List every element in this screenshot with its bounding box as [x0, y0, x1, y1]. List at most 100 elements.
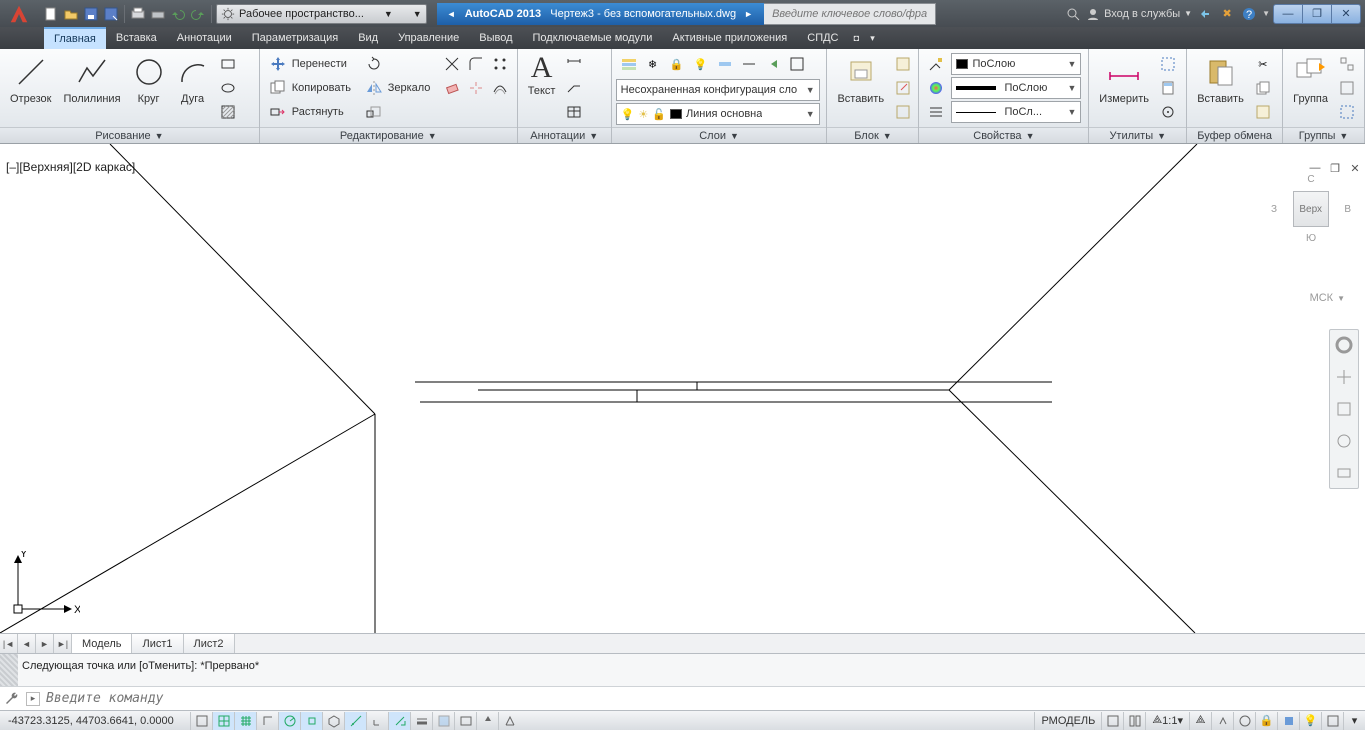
zoom-extents-icon[interactable] [1333, 398, 1355, 420]
move-button[interactable]: Перенести [266, 53, 358, 75]
matchprop-icon[interactable] [925, 53, 947, 75]
help-icon[interactable]: ? [1240, 5, 1258, 23]
prop-color-combo[interactable]: ПоСлою▼ [951, 77, 1081, 99]
quickcalc-icon[interactable] [1157, 77, 1179, 99]
showmotion-icon[interactable] [1333, 462, 1355, 484]
sb-3dosnap-icon[interactable] [322, 712, 344, 730]
drawing-canvas[interactable] [0, 144, 1365, 633]
pasteblock-icon[interactable] [1252, 101, 1274, 123]
explode-icon[interactable] [465, 77, 487, 99]
panel-modify-title[interactable]: Редактирование▼ [260, 127, 517, 143]
id-icon[interactable] [1157, 101, 1179, 123]
copy-clip-icon[interactable] [1252, 77, 1274, 99]
sb-tray-icon[interactable]: ▾ [1343, 712, 1365, 730]
signin-button[interactable]: Вход в службы ▼ [1086, 7, 1192, 21]
scale-button[interactable] [362, 101, 437, 123]
qat-dropdown-icon[interactable]: ▼ [413, 9, 422, 19]
array-icon[interactable] [489, 53, 511, 75]
tab-insert[interactable]: Вставка [106, 27, 167, 49]
layer-match-icon[interactable] [738, 53, 760, 75]
search-box[interactable] [764, 3, 936, 25]
sb-annovis-icon[interactable]: ⟁ [1189, 712, 1211, 730]
tab-parametric[interactable]: Параметризация [242, 27, 348, 49]
tab-next-icon[interactable]: ► [36, 634, 54, 653]
qat-open-icon[interactable] [62, 5, 80, 23]
rotate-button[interactable] [362, 53, 437, 75]
color-wheel-icon[interactable] [925, 77, 947, 99]
panel-group-title[interactable]: Группы▼ [1283, 127, 1364, 143]
close-button[interactable]: ✕ [1331, 4, 1361, 24]
orbit-icon[interactable] [1333, 430, 1355, 452]
cut-icon[interactable]: ✂ [1252, 53, 1274, 75]
stayconnected-icon[interactable]: ✖ [1218, 5, 1236, 23]
sb-polar-icon[interactable] [278, 712, 300, 730]
sb-qp-icon[interactable] [454, 712, 476, 730]
ribbon-minimize-icon[interactable]: ▾ [865, 27, 881, 49]
sb-quickview1-icon[interactable] [1101, 712, 1123, 730]
groupedit-icon[interactable] [1336, 77, 1358, 99]
layer-off-icon[interactable]: 💡 [690, 53, 712, 75]
prop-ltype-combo[interactable]: ПоСл...▼ [951, 101, 1081, 123]
sb-snap-icon[interactable] [212, 712, 234, 730]
block-insert-button[interactable]: Вставить [831, 51, 890, 107]
sb-lwt-icon[interactable] [410, 712, 432, 730]
cmd-gutter[interactable] [0, 654, 18, 686]
app-logo[interactable] [0, 0, 38, 27]
tab-annotate[interactable]: Аннотации [167, 27, 242, 49]
sb-trans-icon[interactable] [432, 712, 454, 730]
sb-grid-icon[interactable] [234, 712, 256, 730]
measure-button[interactable]: Измерить [1093, 51, 1155, 107]
layer-state-combo[interactable]: Несохраненная конфигурация сло▼ [616, 79, 820, 101]
arc-button[interactable]: Дуга [171, 51, 215, 107]
tab-output[interactable]: Вывод [469, 27, 522, 49]
block-edit-icon[interactable] [892, 77, 914, 99]
tab-featured[interactable]: Активные приложения [662, 27, 797, 49]
sb-annoauto-icon[interactable] [1211, 712, 1233, 730]
current-layer-combo[interactable]: 💡☀🔓 Линия основна▼ [616, 103, 820, 125]
line-button[interactable]: Отрезок [4, 51, 57, 107]
block-attr-icon[interactable] [892, 101, 914, 123]
panel-draw-title[interactable]: Рисование▼ [0, 127, 259, 143]
tab-model[interactable]: Модель [72, 634, 132, 653]
qat-new-icon[interactable] [42, 5, 60, 23]
fillet-icon[interactable] [465, 53, 487, 75]
cmd-recent-icon[interactable]: ▸ [26, 692, 40, 706]
prop-layer-combo[interactable]: ПоСлою▼ [951, 53, 1081, 75]
qat-save-icon[interactable] [82, 5, 100, 23]
qat-plot-icon[interactable] [129, 5, 147, 23]
panel-util-title[interactable]: Утилиты▼ [1089, 127, 1186, 143]
qat-redo-icon[interactable] [189, 5, 207, 23]
cmd-config-icon[interactable] [4, 691, 20, 707]
list-icon[interactable] [925, 101, 947, 123]
wcs-label[interactable]: МСК▼ [1310, 292, 1345, 304]
steering-wheel-icon[interactable] [1333, 334, 1355, 356]
tab-last-icon[interactable]: ►| [54, 634, 72, 653]
title-next-icon[interactable]: ► [744, 9, 754, 19]
sb-space-label[interactable]: РМОДЕЛЬ [1034, 712, 1101, 730]
qat-saveas-icon[interactable] [102, 5, 120, 23]
ellipse-icon[interactable] [217, 77, 239, 99]
sb-am-icon[interactable] [498, 712, 520, 730]
search-input[interactable] [772, 8, 927, 20]
sb-ws-switch-icon[interactable] [1233, 712, 1255, 730]
qat-undo-icon[interactable] [169, 5, 187, 23]
selectall-icon[interactable] [1157, 53, 1179, 75]
sb-lock-icon[interactable]: 🔒 [1255, 712, 1277, 730]
sb-hardware-icon[interactable] [1277, 712, 1299, 730]
sb-otrack-icon[interactable] [344, 712, 366, 730]
stretch-button[interactable]: Растянуть [266, 101, 358, 123]
sb-quickview2-icon[interactable] [1123, 712, 1145, 730]
layer-freeze-icon[interactable]: ❄ [642, 53, 664, 75]
tab-plugins[interactable]: Подключаемые модули [523, 27, 663, 49]
paste-button[interactable]: Вставить [1191, 51, 1250, 107]
table-icon[interactable] [563, 101, 585, 123]
search-icon[interactable] [1064, 5, 1082, 23]
tab-layout1[interactable]: Лист1 [132, 634, 183, 653]
exchange-icon[interactable] [1196, 5, 1214, 23]
tab-view[interactable]: Вид [348, 27, 388, 49]
ribbon-focus-icon[interactable]: ◘ [849, 27, 865, 49]
offset-icon[interactable] [489, 77, 511, 99]
sb-dyn-icon[interactable] [388, 712, 410, 730]
leader-icon[interactable] [563, 77, 585, 99]
block-create-icon[interactable] [892, 53, 914, 75]
